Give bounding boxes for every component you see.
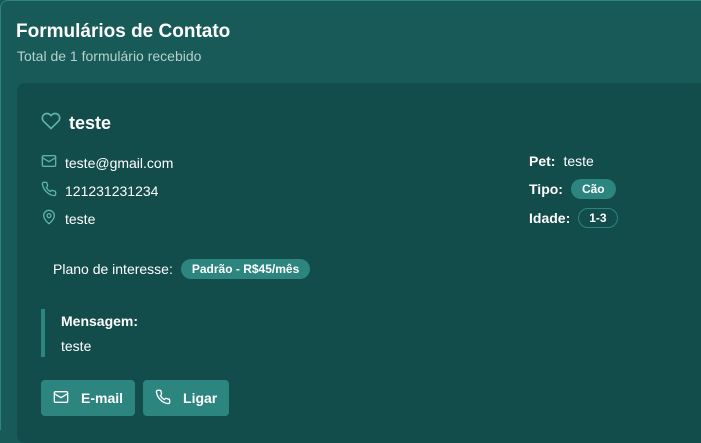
pet-value: teste: [563, 153, 594, 169]
call-button-label: Ligar: [183, 390, 218, 406]
age-badge: 1-3: [578, 208, 618, 228]
age-label: Idade:: [529, 210, 571, 226]
phone-value: 121231231234: [65, 182, 159, 199]
call-button[interactable]: Ligar: [143, 380, 230, 416]
plan-badge: Padrão - R$45/mês: [180, 259, 311, 279]
email-row: teste@gmail.com: [41, 153, 173, 172]
age-row: Idade: 1-3: [529, 208, 618, 228]
type-row: Tipo: Cão: [529, 179, 616, 199]
pet-label: Pet:: [529, 153, 556, 169]
submitter-name: teste: [69, 113, 112, 133]
page-title: Formulários de Contato: [16, 21, 231, 42]
card-header: teste: [41, 111, 111, 136]
submission-card: teste teste@gmail.com 121231231234 teste…: [17, 83, 701, 443]
plan-row: Plano de interesse: Padrão - R$45/mês: [53, 259, 311, 279]
type-label: Tipo:: [529, 181, 563, 197]
contact-forms-panel: Formulários de Contato Total de 1 formul…: [0, 0, 701, 443]
message-block: Mensagem: teste: [41, 309, 138, 357]
mail-icon: [41, 153, 65, 172]
action-buttons: E-mail Ligar: [41, 380, 237, 416]
location-value: teste: [65, 210, 96, 227]
phone-row: 121231231234: [41, 181, 158, 200]
phone-icon: [155, 389, 183, 408]
phone-icon: [41, 181, 65, 200]
page-subtitle: Total de 1 formulário recebido: [17, 48, 202, 64]
email-button[interactable]: E-mail: [41, 380, 136, 416]
email-button-label: E-mail: [81, 390, 124, 406]
plan-label: Plano de interesse:: [53, 261, 173, 277]
mail-icon: [53, 389, 81, 408]
message-label: Mensagem:: [61, 313, 139, 329]
location-row: teste: [41, 209, 95, 228]
email-value: teste@gmail.com: [65, 154, 174, 171]
message-text: teste: [61, 338, 92, 354]
map-pin-icon: [41, 209, 65, 228]
heart-icon[interactable]: [41, 111, 61, 136]
type-badge: Cão: [570, 179, 616, 199]
pet-row: Pet: teste: [529, 153, 594, 169]
